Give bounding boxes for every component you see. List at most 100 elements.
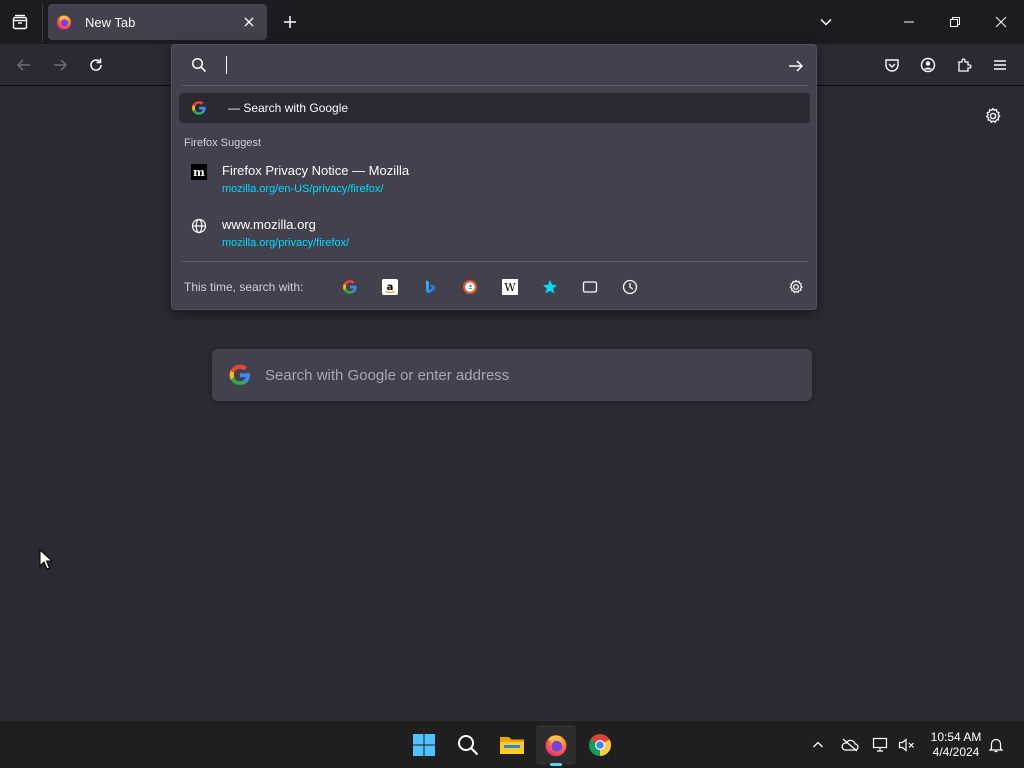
search-engine-bing-button[interactable]	[419, 276, 441, 298]
show-hidden-icons-button[interactable]	[806, 733, 830, 757]
content-search-placeholder: Search with Google or enter address	[265, 367, 510, 384]
folder-icon	[500, 737, 524, 754]
clock-date: 4/4/2024	[932, 745, 980, 759]
search-history-button[interactable]	[619, 276, 641, 298]
popup-divider	[182, 261, 808, 262]
restore-button[interactable]	[932, 0, 978, 44]
start-button[interactable]	[404, 725, 444, 765]
speaker-muted-icon	[898, 738, 914, 752]
minimize-button[interactable]	[886, 0, 932, 44]
google-logo-icon	[229, 364, 250, 385]
tab-title: New Tab	[85, 14, 136, 30]
app-menu-button[interactable]	[985, 50, 1015, 80]
suggestion-item[interactable]: www.mozilla.org mozilla.org/privacy/fire…	[179, 211, 810, 255]
forward-button[interactable]	[45, 50, 75, 80]
globe-icon	[190, 217, 208, 235]
tab-strip: New Tab	[0, 0, 1024, 44]
onedrive-tray-button[interactable]	[838, 733, 862, 757]
clock-time: 10:54 AM	[930, 730, 982, 744]
windows-logo-icon	[413, 734, 435, 756]
search-with-google-label: — Search with Google	[228, 101, 349, 115]
reload-button[interactable]	[81, 50, 111, 80]
suggestion-title: www.mozilla.org	[222, 217, 316, 232]
search-icon	[191, 57, 207, 73]
arrow-left-icon	[16, 59, 30, 71]
new-tab-button[interactable]	[278, 8, 302, 36]
minimize-icon	[904, 21, 914, 23]
pocket-button[interactable]	[877, 50, 907, 80]
firefox-taskbar-button[interactable]	[536, 725, 576, 765]
back-button[interactable]	[9, 50, 39, 80]
volume-tray-button[interactable]	[895, 733, 919, 757]
newtab-settings-button[interactable]	[981, 104, 1005, 128]
wikipedia-logo-icon: W	[502, 279, 518, 295]
close-window-button[interactable]	[978, 0, 1024, 44]
urlbar-dropdown: — Search with Google Firefox Suggest m F…	[171, 44, 817, 310]
firefox-view-button[interactable]	[6, 8, 34, 36]
firefox-suggest-label: Firefox Suggest	[184, 137, 262, 149]
search-settings-button[interactable]	[786, 277, 806, 297]
cloud-offline-icon	[841, 738, 859, 752]
network-tray-button[interactable]	[869, 733, 893, 757]
google-logo-icon	[192, 101, 206, 115]
clock-icon	[622, 279, 638, 295]
puzzle-icon	[958, 58, 972, 72]
close-icon	[244, 17, 254, 27]
star-icon	[543, 280, 557, 294]
reload-icon	[90, 58, 102, 71]
chevron-up-icon	[813, 741, 823, 748]
mozilla-m-icon: m	[190, 163, 208, 181]
urlbar	[172, 45, 816, 85]
mouse-cursor-icon	[39, 549, 53, 570]
firefox-view-icon	[12, 14, 28, 30]
bing-logo-icon	[426, 280, 435, 294]
notifications-button[interactable]	[984, 733, 1008, 757]
chrome-taskbar-button[interactable]	[580, 725, 620, 765]
pocket-icon	[885, 59, 899, 72]
suggestion-title: Firefox Privacy Notice — Mozilla	[222, 163, 410, 178]
arrow-right-icon	[54, 59, 68, 71]
search-engine-google-button[interactable]	[339, 276, 361, 298]
file-explorer-button[interactable]	[492, 725, 532, 765]
search-tabs-button[interactable]	[579, 276, 601, 298]
tab-new-tab[interactable]: New Tab	[48, 4, 267, 40]
tab-close-button[interactable]	[239, 12, 259, 32]
search-icon	[458, 735, 479, 756]
extensions-button[interactable]	[949, 50, 979, 80]
one-off-label: This time, search with:	[184, 280, 304, 294]
firefox-logo-icon	[545, 735, 567, 757]
search-engine-wikipedia-button[interactable]: W	[499, 276, 521, 298]
suggestion-item[interactable]: m Firefox Privacy Notice — Mozilla mozil…	[179, 157, 810, 201]
search-bookmarks-button[interactable]	[539, 276, 561, 298]
search-engine-duckduckgo-button[interactable]	[459, 276, 481, 298]
close-window-icon	[995, 16, 1007, 28]
svg-text:m: m	[193, 166, 205, 179]
urlbar-input[interactable]	[224, 55, 764, 77]
content-search-box[interactable]: Search with Google or enter address	[212, 349, 812, 401]
list-all-tabs-button[interactable]	[812, 8, 840, 36]
one-off-search-buttons: This time, search with: a W	[172, 270, 816, 304]
taskbar-search-button[interactable]	[448, 725, 488, 765]
restore-icon	[950, 17, 960, 27]
svg-text:a: a	[387, 282, 394, 293]
tab-icon	[582, 281, 598, 293]
network-icon	[872, 737, 888, 752]
account-button[interactable]	[913, 50, 943, 80]
search-engine-amazon-button[interactable]: a	[379, 276, 401, 298]
google-logo-icon	[343, 280, 357, 294]
tab-separator	[42, 4, 43, 42]
active-app-indicator	[550, 763, 562, 766]
search-with-google-row[interactable]: — Search with Google	[179, 93, 810, 123]
windows-taskbar: 10:54 AM 4/4/2024	[0, 720, 1024, 768]
system-clock[interactable]: 10:54 AM 4/4/2024	[922, 730, 990, 760]
gear-icon	[789, 279, 803, 294]
chevron-down-icon	[820, 18, 832, 26]
plus-icon	[284, 16, 296, 28]
duckduckgo-logo-icon	[463, 280, 477, 294]
suggestion-url: mozilla.org/en-US/privacy/firefox/	[222, 183, 384, 195]
chrome-logo-icon	[589, 734, 611, 756]
suggestion-url: mozilla.org/privacy/firefox/	[222, 237, 350, 249]
firefox-logo-icon	[56, 14, 72, 30]
go-arrow-icon[interactable]	[786, 56, 806, 76]
account-icon	[920, 57, 936, 73]
